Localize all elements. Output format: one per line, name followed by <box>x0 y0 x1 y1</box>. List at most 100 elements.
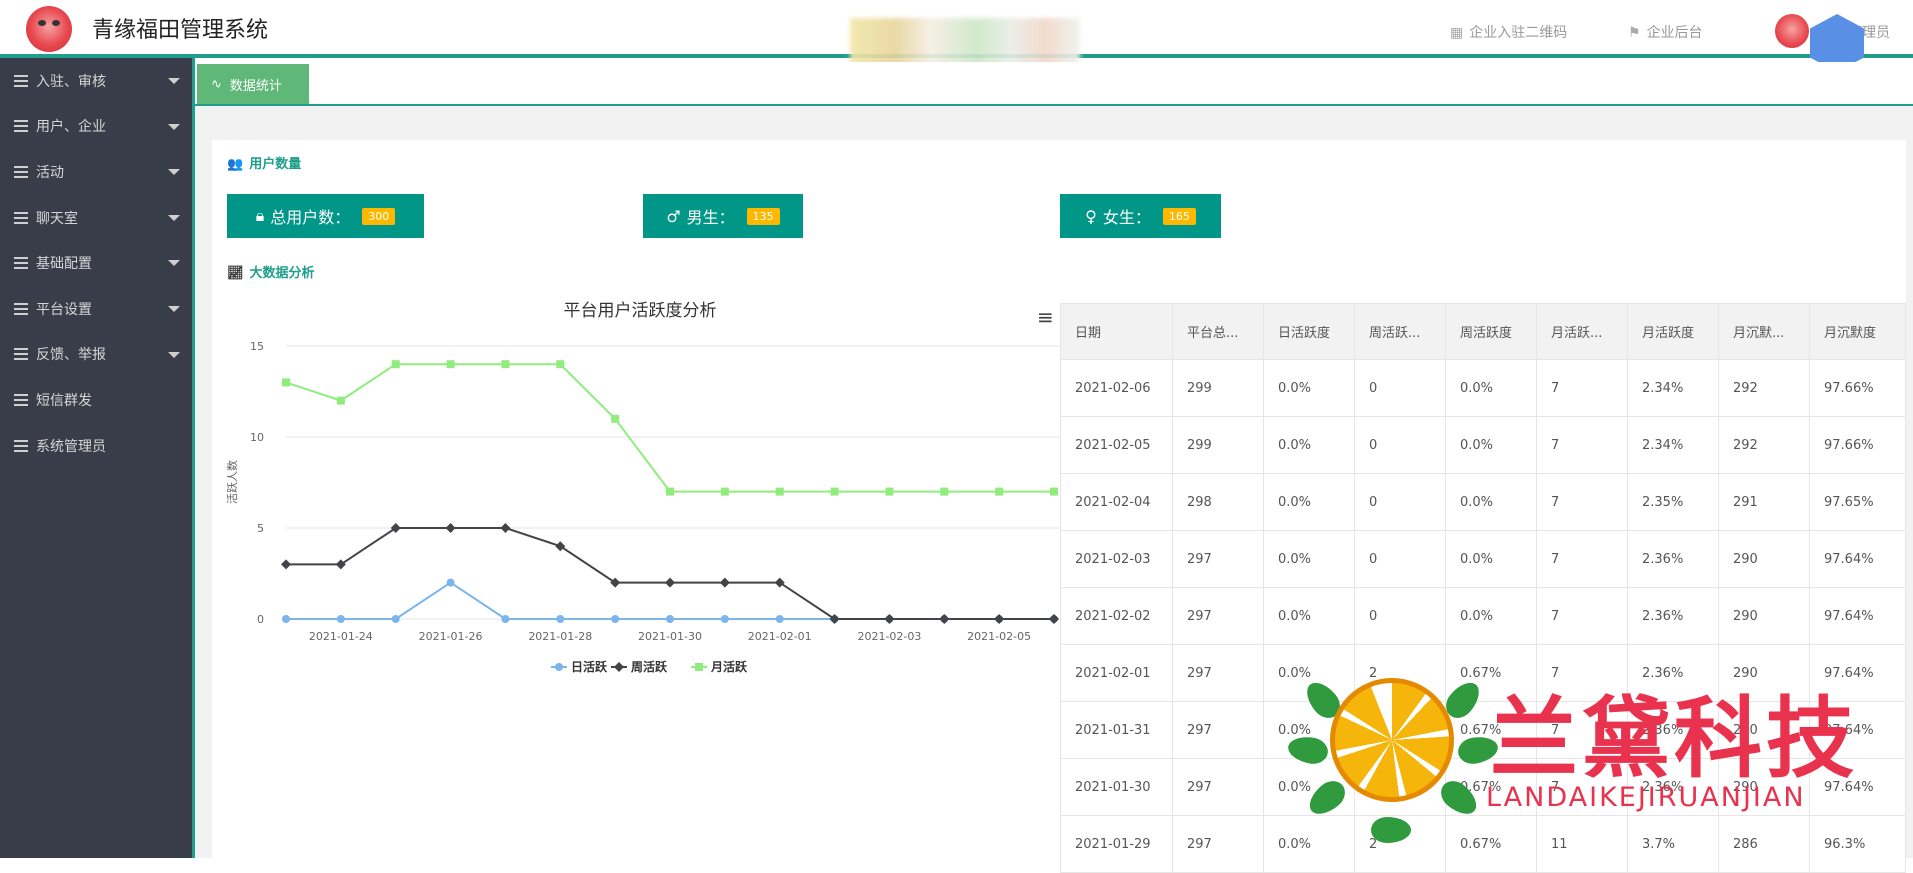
table-row: 2021-02-06 299 0.0% 0 0.0% 7 2.34% 292 97.66% <box>1060 359 1906 417</box>
user-avatar[interactable] <box>1775 14 1809 48</box>
data-point <box>775 615 784 623</box>
sidebar-item[interactable]: 入驻、审核 <box>0 58 192 104</box>
data-point <box>556 360 565 369</box>
sidebar-item-label: 入驻、审核 <box>36 73 106 90</box>
sidebar-item[interactable]: 活动 <box>0 149 192 195</box>
watermark-en: LANDAIKEJIRUANJIAN <box>1486 782 1806 813</box>
list-icon <box>14 211 28 224</box>
table-cell: 97.65% <box>1809 473 1906 531</box>
data-point <box>885 487 894 496</box>
qrcode-icon: ▦ <box>1450 25 1464 41</box>
tab-bar: ∿ 数据统计 <box>195 62 1913 106</box>
table-cell: 0.0% <box>1445 587 1537 645</box>
chart-menu-icon[interactable]: ≡ <box>1037 305 1054 329</box>
table-cell: 299 <box>1172 359 1264 417</box>
tab-label: 数据统计 <box>229 78 282 94</box>
table-cell: 97.66% <box>1809 416 1906 474</box>
data-point <box>720 487 729 496</box>
watermark: 兰黛科技 LANDAIKEJIRUANJIAN <box>1286 660 1890 843</box>
table-cell: 0 <box>1354 473 1446 531</box>
table-cell: 2021-01-30 <box>1060 758 1173 816</box>
table-cell: 7 <box>1536 530 1628 588</box>
table-header-cell: 日期 <box>1060 303 1173 360</box>
table-cell: 97.66% <box>1809 359 1906 417</box>
female-users-button[interactable]: ♀ 女生： 165 <box>1060 194 1221 238</box>
data-point <box>940 487 949 496</box>
sidebar-item[interactable]: 反馈、举报 <box>0 332 192 378</box>
table-cell: 297 <box>1172 758 1264 816</box>
female-users-badge: 165 <box>1162 207 1196 225</box>
enterprise-backend-link[interactable]: ⚑ 企业后台 <box>1628 22 1703 42</box>
data-point <box>611 615 620 623</box>
male-users-label: 男生： <box>686 208 735 227</box>
sidebar-item[interactable]: 用户、企业 <box>0 104 192 150</box>
table-header-cell: 平台总... <box>1172 303 1264 360</box>
table-cell: 7 <box>1536 416 1628 474</box>
table-header-cell: 周活跃... <box>1354 303 1446 360</box>
table-cell: 0.0% <box>1445 359 1537 417</box>
table-header-cell: 月沉默度 <box>1809 303 1906 360</box>
tab-data-statistics[interactable]: ∿ 数据统计 <box>197 64 309 104</box>
data-point <box>281 559 291 570</box>
user-count-title-text: 用户数量 <box>249 157 302 172</box>
orange-slice-icon <box>1330 678 1454 802</box>
data-point <box>1049 614 1059 624</box>
activity-chart-svg: 平台用户活跃度分析 0 5 10 15 活跃人数 2021-01-24 2021-01-26 2… <box>225 301 1062 674</box>
table-cell: 2021-02-03 <box>1060 530 1173 588</box>
table-header-cell: 月沉默... <box>1718 303 1810 360</box>
total-users-button[interactable]: 🔒︎ 总用户数： 300 <box>227 194 424 238</box>
sidebar-item[interactable]: 基础配置 <box>0 240 192 286</box>
table-cell: 292 <box>1718 416 1810 474</box>
user-count-title: 👥 用户数量 <box>227 153 301 172</box>
sidebar-item[interactable]: 系统管理员 <box>0 423 192 469</box>
list-icon <box>14 302 28 315</box>
table-cell: 297 <box>1172 530 1264 588</box>
table-cell: 0 <box>1354 416 1446 474</box>
table-cell: 2.34% <box>1627 416 1719 474</box>
table-cell: 298 <box>1172 473 1264 531</box>
table-header-cell: 月活跃度 <box>1627 303 1719 360</box>
table-cell: 2021-02-02 <box>1060 587 1173 645</box>
table-cell: 0 <box>1354 530 1446 588</box>
data-point <box>336 615 345 623</box>
table-cell: 290 <box>1718 587 1810 645</box>
data-point <box>336 396 345 405</box>
female-users-label: 女生： <box>1102 208 1151 227</box>
total-users-badge: 300 <box>362 207 396 225</box>
sidebar-item[interactable]: 短信群发 <box>0 377 192 423</box>
big-data-title-text: 大数据分析 <box>249 266 315 281</box>
data-point <box>720 615 729 623</box>
male-users-button[interactable]: ♂ 男生： 135 <box>643 194 803 238</box>
list-icon <box>14 120 28 133</box>
data-point <box>282 615 290 623</box>
data-point <box>666 487 674 496</box>
table-cell: 7 <box>1536 587 1628 645</box>
legend-label: 周活跃 <box>631 659 668 674</box>
table-cell: 0.0% <box>1445 530 1537 588</box>
table-cell: 2021-02-06 <box>1060 359 1173 417</box>
table-cell: 0.0% <box>1263 473 1355 531</box>
table-row: 2021-02-04 298 0.0% 0 0.0% 7 2.35% 291 97.65% <box>1060 473 1906 531</box>
sidebar: 入驻、审核用户、企业活动聊天室基础配置平台设置 反馈、举报 短信群发 系统管理员 <box>0 58 195 858</box>
data-point <box>995 487 1004 496</box>
sidebar-item[interactable]: 聊天室 <box>0 195 192 241</box>
sidebar-item-label: 活动 <box>36 164 64 181</box>
y-tick-label: 0 <box>257 613 264 626</box>
pulse-icon: ∿ <box>211 76 222 92</box>
qrcode-link[interactable]: ▦ 企业入驻二维码 <box>1450 22 1567 42</box>
chevron-down-icon <box>168 260 180 267</box>
data-point <box>501 615 510 623</box>
data-point <box>666 615 674 623</box>
table-cell: 2.35% <box>1627 473 1719 531</box>
y-tick-label: 15 <box>250 340 264 353</box>
sidebar-item-label: 基础配置 <box>36 256 92 273</box>
data-point <box>446 360 455 369</box>
x-tick-label: 2021-02-01 <box>748 630 812 643</box>
legend-label: 日活跃 <box>571 659 608 674</box>
data-point <box>830 487 839 496</box>
data-point <box>939 614 950 624</box>
sidebar-item[interactable]: 平台设置 <box>0 286 192 332</box>
data-point <box>1050 487 1058 496</box>
table-cell: 0.0% <box>1263 359 1355 417</box>
app-logo <box>26 6 72 52</box>
